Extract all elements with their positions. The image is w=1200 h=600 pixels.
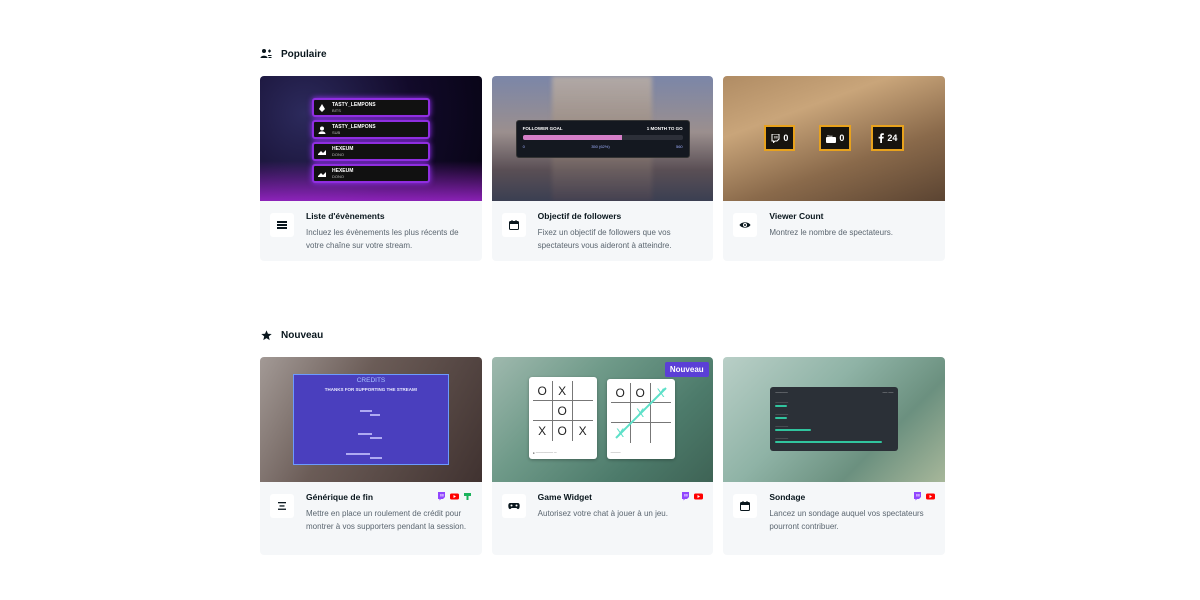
donation-icon xyxy=(318,148,326,156)
goal-title: FOLLOWER GOAL xyxy=(522,126,563,131)
widget-description: Mettre en place un roulement de crédit p… xyxy=(306,509,467,531)
goal-target: 560 xyxy=(675,144,683,149)
facebook-count: 24 xyxy=(871,125,905,151)
widget-name: Liste d'évènements xyxy=(306,211,385,221)
youtube-icon xyxy=(926,492,936,501)
widget-description: Incluez les évènements les plus récents … xyxy=(306,228,459,250)
event-row: TASTY_LEMPONS BITS xyxy=(312,98,430,117)
section-title: Populaire xyxy=(281,48,327,60)
poll-option: ────── xyxy=(775,400,893,407)
widget-description: Lancez un sondage auquel vos spectateurs… xyxy=(769,509,924,531)
poll-preview: ───── ── ── ────── ────── ────── ────── xyxy=(723,357,946,482)
credits-preview: CREDITS THANKS FOR SUPPORTING THE STREAM… xyxy=(260,357,482,482)
widget-description: Autorisez votre chat à jouer à un jeu. xyxy=(537,509,668,518)
poll-option: ────── xyxy=(775,436,893,443)
game-widget-preview: OXOXOX ● ─────── ─ OOXXX ──── Nouveau xyxy=(491,357,714,482)
widget-card-event-list[interactable]: TASTY_LEMPONS BITS TASTY_LEMPONS SUB HEXEU… xyxy=(260,76,482,261)
follower-goal-overlay: FOLLOWER GOAL 1 MONTH TO GO 0 350 (62%) 560 xyxy=(515,120,690,158)
widget-name: Sondage xyxy=(769,492,806,502)
widget-card-follower-goal[interactable]: FOLLOWER GOAL 1 MONTH TO GO 0 350 (62%) 560… xyxy=(491,76,714,261)
platform-list xyxy=(437,492,472,501)
widget-card-viewer-count[interactable]: 0 You 0 24 Viewer Count Montrez le nombr… xyxy=(723,76,946,261)
board-cell xyxy=(532,401,553,421)
twitch-icon xyxy=(771,133,780,143)
youtube-icon xyxy=(449,492,459,501)
widget-name: Game Widget xyxy=(537,492,592,502)
list-icon xyxy=(270,213,294,237)
goal-deadline: 1 MONTH TO GO xyxy=(646,126,683,131)
event-type: SUB xyxy=(332,130,341,135)
event-list-preview: TASTY_LEMPONS BITS TASTY_LEMPONS SUB HEXEU… xyxy=(260,76,482,201)
trending-users-icon xyxy=(260,48,272,60)
widget-name: Objectif de followers xyxy=(537,211,622,221)
credits-subtitle: THANKS FOR SUPPORTING THE STREAM! xyxy=(324,387,418,392)
facebook-icon xyxy=(878,133,885,143)
poll-option: ────── xyxy=(775,412,893,419)
section-header: Populaire xyxy=(260,46,945,62)
user-icon xyxy=(318,126,326,134)
viewer-count-preview: 0 You 0 24 xyxy=(723,76,946,201)
board-cell: X xyxy=(552,381,573,401)
poll-option: ────── xyxy=(775,424,893,431)
donation-icon xyxy=(318,170,326,178)
tic-tac-toe-board: OXOXOX ● ─────── ─ xyxy=(528,377,597,459)
platform-list xyxy=(681,492,704,501)
board-cell: O xyxy=(532,381,553,401)
gamepad-icon xyxy=(501,494,526,518)
goal-progress-bar xyxy=(522,135,683,140)
twitch-icon xyxy=(913,492,922,501)
calendar-icon xyxy=(501,213,526,237)
event-type: DONO xyxy=(332,152,344,157)
star-icon xyxy=(260,329,272,341)
calendar-icon xyxy=(733,494,758,518)
board-cell: X xyxy=(533,421,553,441)
section-header: Nouveau xyxy=(260,327,945,343)
new-badge: Nouveau xyxy=(664,362,709,377)
board-cell: O xyxy=(552,401,573,421)
event-type: BITS xyxy=(332,108,341,113)
event-type: DONO xyxy=(332,174,344,179)
youtube-icon xyxy=(694,492,704,501)
twitch-icon xyxy=(437,492,446,501)
widget-name: Viewer Count xyxy=(769,211,824,221)
widget-card-game[interactable]: OXOXOX ● ─────── ─ OOXXX ──── Nouveau Ga… xyxy=(491,357,714,555)
tic-tac-toe-board: OOXXX ──── xyxy=(606,379,675,459)
board-cell: X xyxy=(578,424,587,438)
widget-card-credits[interactable]: CREDITS THANKS FOR SUPPORTING THE STREAM… xyxy=(260,357,482,555)
trovo-icon xyxy=(463,492,472,501)
platform-list xyxy=(913,492,936,501)
section-nouveau: Nouveau CREDITS THANKS FOR SUPPORTING TH… xyxy=(260,327,946,555)
event-row: HEXEUM DONO xyxy=(312,142,430,161)
credits-title: CREDITS xyxy=(356,377,386,384)
twitch-count: 0 xyxy=(764,125,796,151)
youtube-count: You 0 xyxy=(819,125,852,151)
widget-description: Montrez le nombre de spectateurs. xyxy=(769,228,893,237)
svg-text:You: You xyxy=(827,134,833,138)
credits-overlay: CREDITS THANKS FOR SUPPORTING THE STREAM… xyxy=(293,374,449,465)
twitch-icon xyxy=(681,492,690,501)
widget-card-poll[interactable]: ───── ── ── ────── ────── ────── ────── Sond… xyxy=(723,357,946,555)
goal-start: 0 xyxy=(522,144,525,149)
event-row: TASTY_LEMPONS SUB xyxy=(312,120,430,139)
section-populaire: Populaire TASTY_LEMPONS BITS TASTY_LEMPON… xyxy=(260,46,946,261)
widget-description: Fixez un objectif de followers que vos s… xyxy=(537,228,672,250)
event-row: HEXEUM DONO xyxy=(312,164,430,183)
eye-icon xyxy=(733,213,758,237)
board-cell xyxy=(572,401,593,421)
goal-progress: 350 (62%) xyxy=(591,144,610,149)
section-title: Nouveau xyxy=(281,329,324,341)
youtube-icon: You xyxy=(826,134,837,143)
poll-overlay: ───── ── ── ────── ────── ────── ────── xyxy=(770,387,899,451)
align-center-icon xyxy=(270,494,294,518)
board-cell xyxy=(572,381,593,401)
bits-icon xyxy=(318,103,326,112)
board-cell: O xyxy=(553,421,573,441)
follower-goal-preview: FOLLOWER GOAL 1 MONTH TO GO 0 350 (62%) 560 xyxy=(491,76,714,201)
